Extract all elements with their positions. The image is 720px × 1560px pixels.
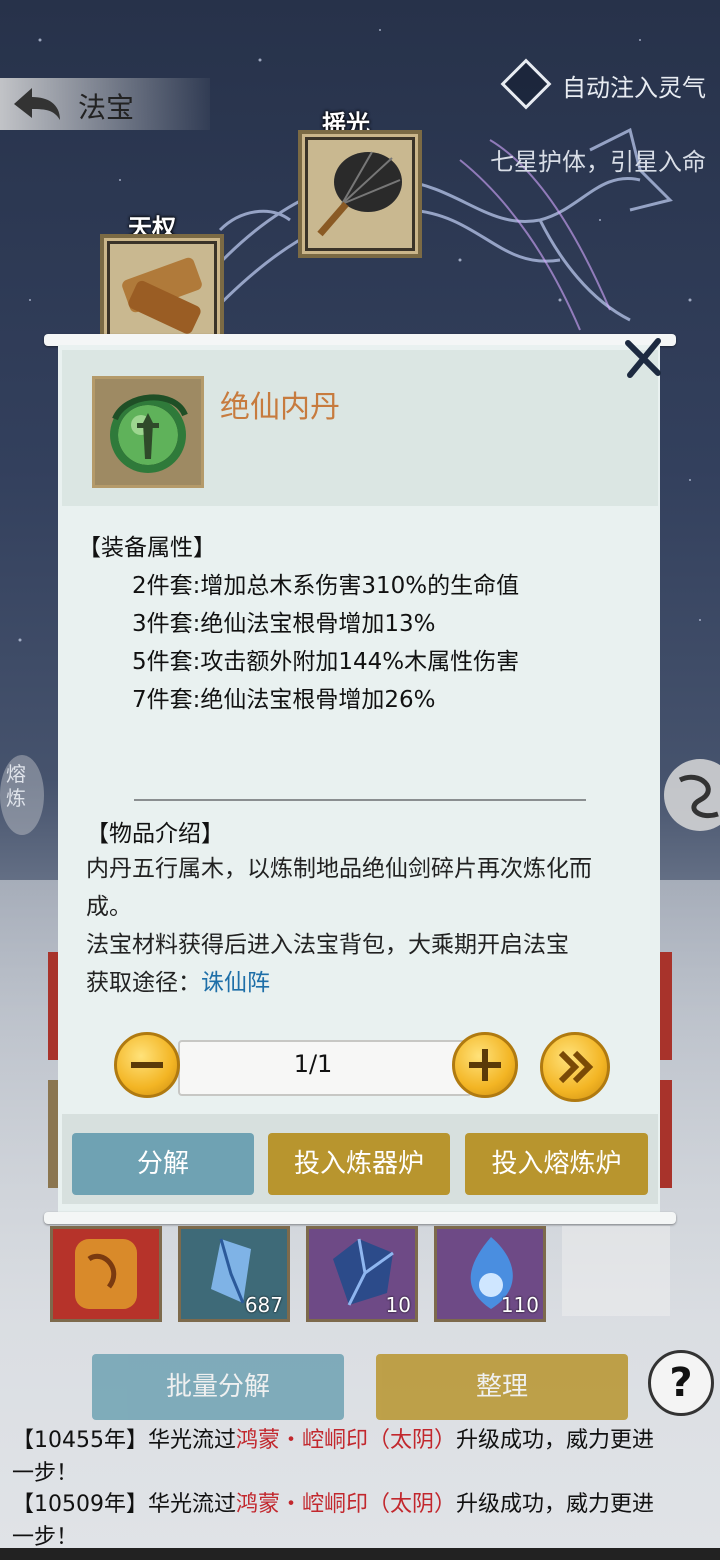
- max-button[interactable]: [540, 1032, 610, 1102]
- decompose-button[interactable]: 分解: [72, 1133, 254, 1195]
- dragon-emblem-icon[interactable]: [660, 750, 720, 840]
- feather-fan-icon: [308, 140, 412, 248]
- attr-line: 5件套:攻击额外附加144%木属性伤害: [132, 649, 520, 675]
- scroll-item-icon: [110, 244, 214, 338]
- minus-icon: [131, 1062, 163, 1068]
- right-card-edge: [658, 952, 672, 1060]
- attr-line: 7件套:绝仙法宝根骨增加26%: [132, 687, 436, 713]
- page-title: 法宝: [78, 91, 135, 124]
- log-entry: 【10455年】华光流过鸿蒙・崆峒印（太阴）升级成功，威力更进 一步！: [12, 1424, 712, 1490]
- close-icon[interactable]: [622, 337, 664, 379]
- star-slot-tianquan[interactable]: [100, 234, 224, 342]
- bottom-edge: [0, 1548, 720, 1560]
- source-link[interactable]: 诛仙阵: [201, 970, 270, 996]
- constellation-subtitle: 七星护体，引星入命: [490, 148, 706, 176]
- increase-button[interactable]: [452, 1032, 518, 1098]
- log-suffix: 升级成功，威力更进: [456, 1492, 655, 1517]
- inventory-slot[interactable]: 110: [434, 1226, 546, 1322]
- inventory-slot[interactable]: 10: [306, 1226, 418, 1322]
- inventory-slot[interactable]: 687: [178, 1226, 290, 1322]
- intro-text-line: 内丹五行属木，以炼制地品绝仙剑碎片再次炼化而: [86, 856, 592, 882]
- back-arrow-icon[interactable]: [10, 84, 64, 124]
- log-item: 鸿蒙・崆峒印（太阴）: [236, 1428, 457, 1453]
- double-chevron-right-icon: [558, 1050, 594, 1084]
- batch-decompose-button[interactable]: 批量分解: [92, 1354, 344, 1420]
- attr-line: 3件套:绝仙法宝根骨增加13%: [132, 611, 436, 637]
- attr-section-title: 【装备属性】: [78, 535, 216, 561]
- inventory-count: 10: [385, 1293, 411, 1317]
- put-in-forge-button[interactable]: 投入炼器炉: [268, 1133, 450, 1195]
- log-continuation: 一步！: [12, 1461, 79, 1486]
- amber-stone-icon: [75, 1239, 137, 1309]
- smelt-side-button[interactable]: 熔炼: [0, 740, 60, 850]
- log-entry: 【10509年】华光流过鸿蒙・崆峒印（太阴）升级成功，威力更进 一步！: [12, 1488, 712, 1554]
- source-line: 获取途径：诛仙阵: [86, 964, 656, 1002]
- plus-icon: [469, 1049, 501, 1081]
- item-icon-frame: [92, 376, 204, 488]
- intro-section-title: 【物品介绍】: [86, 821, 224, 847]
- log-prefix: 【10509年】华光流过: [12, 1492, 236, 1517]
- help-button[interactable]: ?: [648, 1350, 714, 1416]
- log-suffix: 升级成功，威力更进: [456, 1428, 655, 1453]
- inventory-count: 687: [244, 1293, 283, 1317]
- attr-line: 2件套:增加总木系伤害310%的生命值: [132, 573, 520, 599]
- star-slot-yaoguang[interactable]: [298, 130, 422, 258]
- organize-button[interactable]: 整理: [376, 1354, 628, 1420]
- right-card-edge-2: [658, 1080, 672, 1188]
- inventory-slot[interactable]: [50, 1226, 162, 1322]
- inventory-slot-empty[interactable]: [562, 1226, 670, 1316]
- log-prefix: 【10455年】华光流过: [12, 1428, 236, 1453]
- section-divider: [134, 799, 586, 801]
- green-orb-sword-icon: [110, 394, 188, 473]
- smelt-side-label: 熔炼: [6, 762, 26, 810]
- auto-inject-label: 自动注入灵气: [562, 74, 706, 102]
- inventory-count: 110: [500, 1293, 539, 1317]
- intro-text-line: 成。: [86, 894, 132, 920]
- quantity-value: 1/1: [293, 1050, 333, 1078]
- item-name: 绝仙内丹: [220, 390, 340, 425]
- modal-bottom-rod: [44, 1212, 676, 1224]
- put-in-smelter-button[interactable]: 投入熔炼炉: [465, 1133, 648, 1195]
- source-label: 获取途径：: [86, 970, 201, 996]
- log-item: 鸿蒙・崆峒印（太阴）: [236, 1492, 457, 1517]
- intro-text-line: 法宝材料获得后进入法宝背包，大乘期开启法宝: [86, 932, 569, 958]
- decrease-button[interactable]: [114, 1032, 180, 1098]
- log-continuation: 一步！: [12, 1525, 79, 1550]
